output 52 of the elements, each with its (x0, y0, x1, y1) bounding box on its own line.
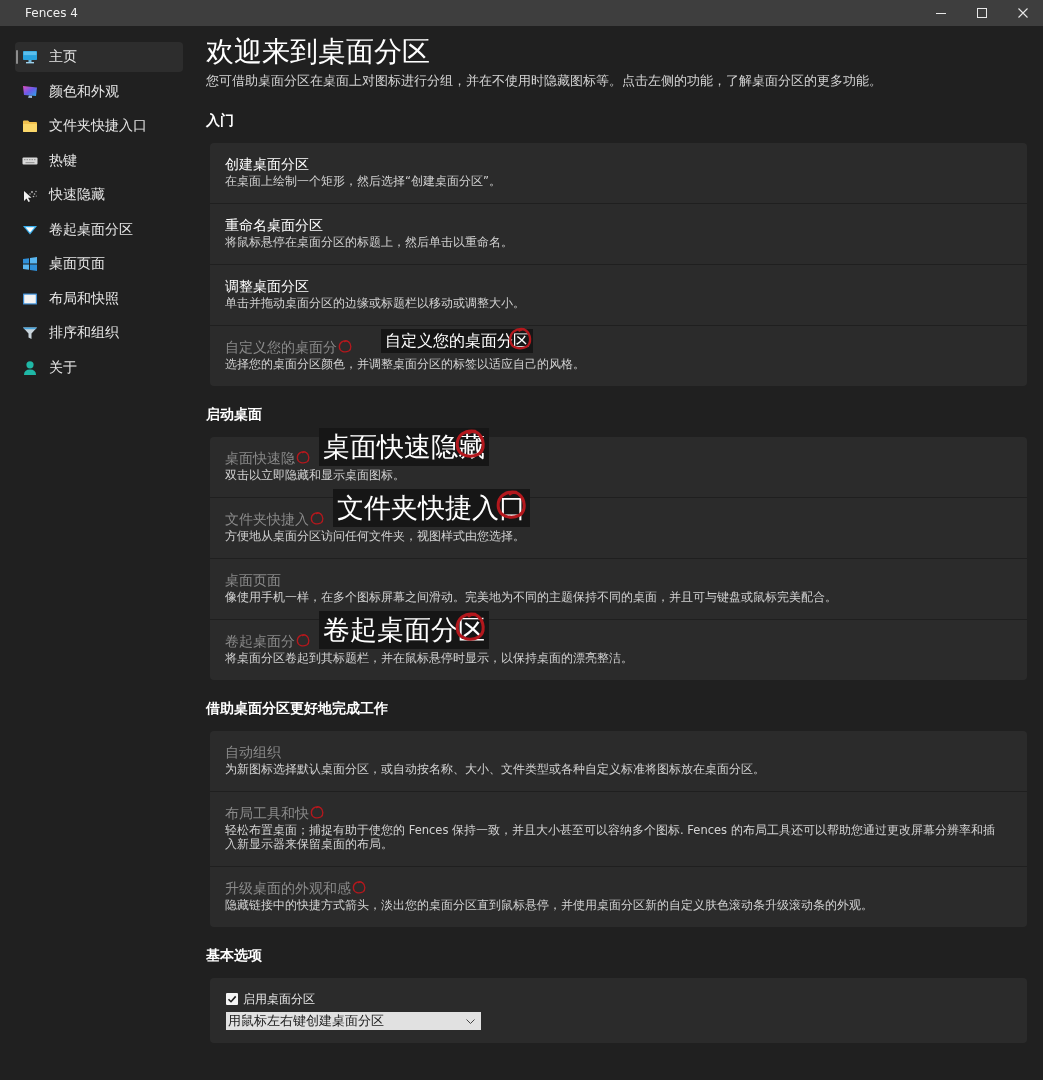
feature-description: 为新图标选择默认桌面分区，或自动按名称、大小、文件类型或各种自定义标准将图标放在桌面分区。 (225, 762, 766, 776)
section-heading: 借助桌面分区更好地完成工作 (206, 700, 388, 716)
sidebar-item[interactable]: 热键 (15, 145, 183, 176)
feature-description: 轻松布置桌面；捕捉有助于使您的 Fences 保持一致，并且大小甚至可以容纳多个图标. Fences 的布局工具还可以帮助您通过更改屏幕分辨率和插入新显示器来保留桌面的布局。 (225, 823, 995, 851)
page-title: 欢迎来到桌面分区 (206, 34, 430, 70)
window-title: Fences 4 (25, 6, 79, 20)
feature-description: 像使用手机一样，在多个图标屏幕之间滑动。完美地为不同的主题保持不同的桌面，并且可与键盘或鼠标完美配合。 (225, 590, 838, 604)
dropdown[interactable]: 用鼠标左右键创建桌面分区 (226, 1012, 481, 1030)
feature-description: 方便地从桌面分区访问任何文件夹，视图样式由您选择。 (225, 529, 526, 543)
sidebar-item[interactable]: 文件夹快捷入口 (15, 111, 183, 141)
sidebar-item[interactable]: 关于 (15, 352, 183, 383)
folder-icon (22, 118, 38, 134)
sidebar-item[interactable]: 排序和组织 (15, 318, 183, 348)
maximize-icon (976, 8, 987, 18)
feature-description: 隐藏链接中的快捷方式箭头，淡出您的桌面分区直到鼠标悬停，并使用桌面分区新的自定义肤色滚动条升级滚动条的外观。 (225, 898, 874, 912)
sidebar-item[interactable]: 快速隐藏 (15, 180, 183, 210)
feature-title: 文件夹快捷入 (225, 510, 309, 529)
feature-title: 创建桌面分区 (225, 155, 309, 174)
monitor-icon (22, 49, 38, 65)
feature-title: 重命名桌面分区 (225, 216, 323, 235)
sidebar-item[interactable]: 布局和快照 (15, 283, 183, 314)
person-icon (22, 359, 38, 376)
feature-description: 将桌面分区卷起到其标题栏，并在鼠标悬停时显示，以保持桌面的漂亮整洁。 (225, 651, 634, 665)
sidebar-item[interactable]: 颜色和外观 (15, 76, 183, 107)
feature-title: 桌面页面 (225, 571, 281, 590)
sidebar-item[interactable]: 桌面页面 (15, 249, 183, 279)
feature-description: 双击以立即隐藏和显示桌面图标。 (225, 468, 406, 482)
section-heading: 基本选项 (206, 947, 262, 963)
feature-title: 布局工具和快 (225, 804, 309, 823)
colored-monitor-icon (22, 83, 38, 100)
feature-title: 升级桌面的外观和感 (225, 879, 351, 898)
feature-description: 在桌面上绘制一个矩形，然后选择“创建桌面分区”。 (225, 174, 502, 188)
feature-title: 自定义您的桌面分 (225, 338, 337, 357)
page-subtitle: 您可借助桌面分区在桌面上对图标进行分组，并在不使用时隐藏图标等。点击左侧的功能，了解桌面分区的更多功能。 (206, 72, 882, 90)
checkbox-label: 启用桌面分区 (243, 991, 315, 1007)
feature-title: 卷起桌面分 (225, 632, 295, 651)
section-heading: 启动桌面 (206, 406, 262, 422)
funnel-icon (22, 325, 38, 341)
checkbox[interactable] (226, 993, 238, 1005)
sidebar-item[interactable]: 主页 (15, 42, 183, 72)
selection-indicator (16, 50, 18, 64)
sidebar-item[interactable]: 卷起桌面分区 (15, 214, 183, 245)
close-icon (1017, 8, 1028, 18)
feature-description: 将鼠标悬停在桌面分区的标题上，然后单击以重命名。 (225, 235, 514, 249)
feature-title: 自动组织 (225, 743, 281, 762)
chevron-down-icon (466, 1018, 475, 1024)
feature-title: 调整桌面分区 (225, 277, 309, 296)
window-tiles-icon (22, 256, 38, 272)
feature-description: 单击并拖动桌面分区的边缘或标题栏以移动或调整大小。 (225, 296, 526, 310)
feature-description: 选择您的桌面分区颜色，并调整桌面分区的标签以适应自己的风格。 (225, 357, 586, 371)
section-heading: 入门 (206, 112, 234, 128)
feature-title: 桌面快速隐 (225, 449, 295, 468)
